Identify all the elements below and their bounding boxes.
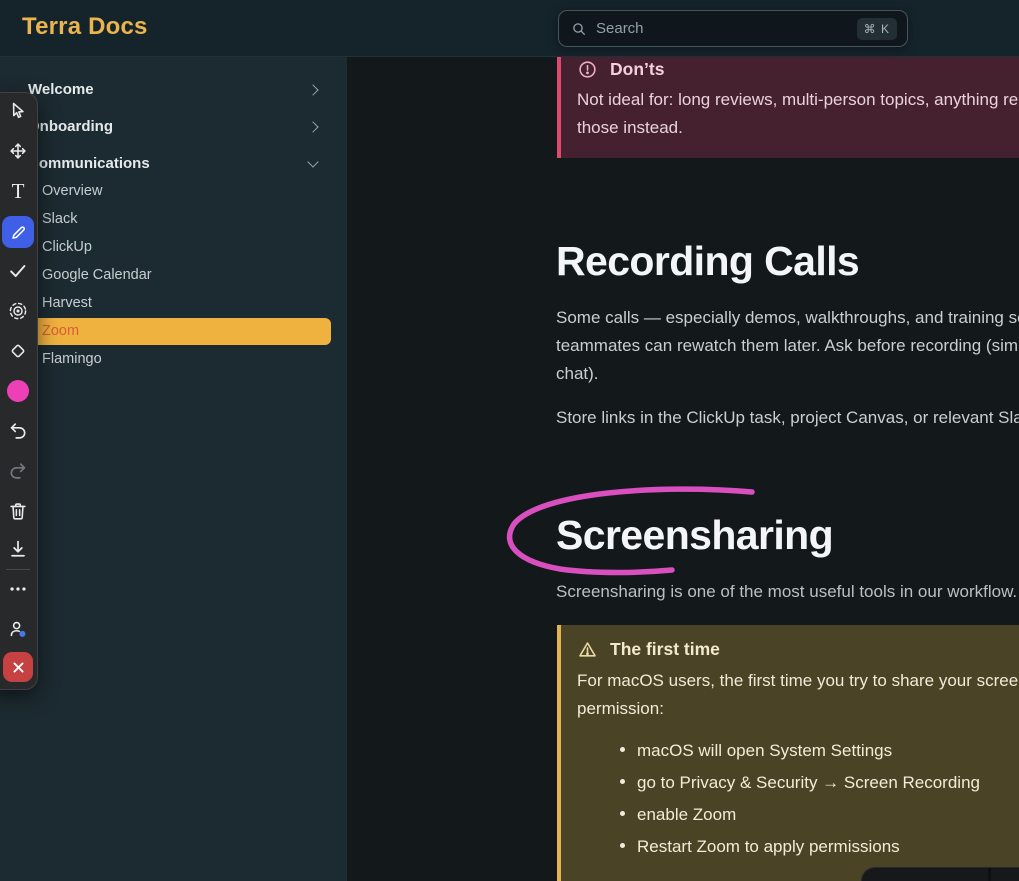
callout-title: Don’ts <box>610 59 664 80</box>
sidebar-item-slack[interactable]: Slack <box>0 205 347 233</box>
callout-first-time: The first time For macOS users, the firs… <box>557 625 1019 881</box>
screen: Terra Docs Search ⌘ K Welcome Onboarding… <box>0 0 1019 881</box>
pen-icon <box>9 223 28 242</box>
cursor-tool-button[interactable] <box>6 99 30 123</box>
undo-button[interactable] <box>6 419 30 443</box>
sidebar-item-harvest[interactable]: Harvest <box>0 289 347 317</box>
move-icon <box>7 140 29 162</box>
user-presence-icon <box>7 618 29 640</box>
callout-text-line: For macOS users, the first time you try … <box>577 667 1019 695</box>
move-tool-button[interactable] <box>6 139 30 163</box>
download-icon <box>7 538 29 560</box>
chevron-right-icon <box>307 121 318 132</box>
redo-icon <box>7 460 29 482</box>
spotlight-tool-button[interactable] <box>6 299 30 323</box>
list-item: enable Zoom <box>577 799 1019 831</box>
callout-donts: Don’ts Not ideal for: long reviews, mult… <box>557 57 1019 158</box>
paragraph: Some calls — especially demos, walkthrou… <box>556 304 1019 388</box>
check-icon <box>7 260 29 282</box>
search-placeholder: Search <box>596 20 857 37</box>
bullet-list: macOS will open System Settings go to Pr… <box>577 735 1019 863</box>
callout-title: The first time <box>610 639 720 660</box>
eraser-tool-button[interactable] <box>6 339 30 363</box>
search-icon <box>571 21 587 37</box>
text-tool-button[interactable]: T <box>6 179 30 203</box>
chevron-right-icon <box>307 84 318 95</box>
eraser-icon <box>7 340 29 362</box>
app-title: Terra Docs <box>22 13 148 41</box>
redo-button[interactable] <box>6 459 30 483</box>
list-item: Restart Zoom to apply permissions <box>577 831 1019 863</box>
alert-circle-icon <box>577 59 598 80</box>
warning-triangle-icon <box>577 639 598 660</box>
callout-text-line: Not ideal for: long reviews, multi-perso… <box>577 86 1019 114</box>
trash-icon <box>7 500 29 522</box>
paragraph: Screensharing is one of the most useful … <box>556 579 1017 605</box>
bottom-right-panel[interactable] <box>861 867 1019 881</box>
sidebar-item-communications[interactable]: Communications <box>0 148 347 178</box>
callout-text-line: those instead. <box>577 114 1019 142</box>
check-tool-button[interactable] <box>6 259 30 283</box>
callout-accent-bar <box>557 57 561 158</box>
undo-icon <box>7 420 29 442</box>
sidebar-item-onboarding[interactable]: Onboarding <box>0 111 347 141</box>
pen-tool-button[interactable] <box>2 216 34 248</box>
list-item: macOS will open System Settings <box>577 735 1019 767</box>
sidebar-item-overview[interactable]: Overview <box>0 177 347 205</box>
annotation-toolbar: T <box>0 92 38 690</box>
sidebar: Welcome Onboarding Communications Overvi… <box>0 57 347 881</box>
chevron-down-icon <box>307 156 318 167</box>
close-icon <box>11 660 26 675</box>
ellipsis-icon <box>7 578 29 600</box>
app-header: Terra Docs Search ⌘ K <box>0 0 1019 57</box>
sidebar-item-flamingo[interactable]: Flamingo <box>0 345 347 373</box>
color-swatch-button[interactable] <box>7 380 29 402</box>
heading-recording-calls: Recording Calls <box>556 238 859 285</box>
sidebar-item-clickup[interactable]: ClickUp <box>0 233 347 261</box>
sidebar-item-google-calendar[interactable]: Google Calendar <box>0 261 347 289</box>
cursor-icon <box>7 100 29 122</box>
spotlight-icon <box>7 300 29 322</box>
collaborate-button[interactable] <box>6 617 30 641</box>
callout-text-line: permission: <box>577 695 1019 723</box>
more-options-button[interactable] <box>6 577 30 601</box>
paragraph: Store links in the ClickUp task, project… <box>556 404 1019 432</box>
search-shortcut-badge: ⌘ K <box>857 18 897 40</box>
heading-screensharing: Screensharing <box>556 512 833 559</box>
callout-accent-bar <box>557 625 561 881</box>
list-item: go to Privacy & Security → Screen Record… <box>577 767 1019 799</box>
close-annotation-button[interactable] <box>3 652 33 682</box>
delete-button[interactable] <box>6 499 30 523</box>
sidebar-item-zoom[interactable]: Zoom <box>0 317 347 345</box>
sidebar-item-welcome[interactable]: Welcome <box>0 74 347 104</box>
text-tool-icon: T <box>12 181 25 202</box>
download-button[interactable] <box>6 537 30 561</box>
search-input[interactable]: Search ⌘ K <box>558 10 908 47</box>
toolbar-divider <box>6 569 30 570</box>
panel-divider <box>988 868 991 881</box>
